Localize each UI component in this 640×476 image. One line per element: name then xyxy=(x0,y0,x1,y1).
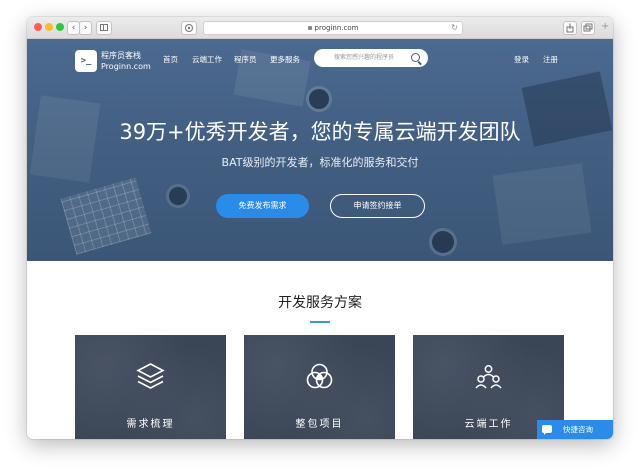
hero-banner: >_ 程序员客栈 Proginn.com 首页 云端工作 程序员 更多服务 搜索… xyxy=(27,39,613,261)
minimize-window-button[interactable] xyxy=(45,23,53,31)
service-card-requirements[interactable]: 需求梳理 xyxy=(75,335,226,439)
hero-background-cup xyxy=(309,89,329,109)
new-tab-button[interactable]: + xyxy=(601,22,609,32)
shield-icon xyxy=(185,24,193,32)
search-input[interactable]: 搜索您感兴趣的程序员 xyxy=(314,49,428,67)
sidebar-toggle-button[interactable] xyxy=(96,21,112,35)
lock-icon xyxy=(307,26,312,30)
address-bar[interactable]: proginn.com ↻ xyxy=(203,21,463,35)
quick-consult-label: 快捷咨询 xyxy=(563,425,593,434)
terminal-icon: >_ xyxy=(75,50,97,72)
privacy-report-button[interactable] xyxy=(181,21,197,35)
apply-contract-button[interactable]: 申请签约接单 xyxy=(330,194,425,218)
nav-item-more-services[interactable]: 更多服务 xyxy=(270,54,300,66)
reload-icon[interactable]: ↻ xyxy=(451,22,458,34)
close-window-button[interactable] xyxy=(34,23,42,31)
hero-title: 39万+优秀开发者，您的专属云端开发团队 xyxy=(119,120,521,144)
quick-consult-button[interactable]: 快捷咨询 xyxy=(537,420,613,439)
layers-icon xyxy=(136,363,165,389)
tabs-icon xyxy=(583,23,593,32)
card-label: 需求梳理 xyxy=(126,419,175,430)
share-button[interactable] xyxy=(563,21,577,35)
nav-item-home[interactable]: 首页 xyxy=(163,54,178,66)
card-label: 整包项目 xyxy=(295,419,344,430)
hero-subtitle: BAT级别的开发者，标准化的服务和交付 xyxy=(221,156,419,169)
browser-window: ‹ › proginn.com ↻ + >_ 程序员客栈 Proginn.com… xyxy=(27,17,613,439)
url-display: proginn.com xyxy=(204,22,462,34)
register-link[interactable]: 注册 xyxy=(543,54,558,66)
hero-background-cup xyxy=(432,231,454,253)
hero-background-grid xyxy=(60,177,152,255)
tab-overview-button[interactable] xyxy=(581,21,595,35)
service-card-full-project[interactable]: 整包项目 xyxy=(244,335,395,439)
forward-button[interactable]: › xyxy=(79,21,92,35)
search-placeholder: 搜索您感兴趣的程序员 xyxy=(334,54,395,61)
browser-toolbar: ‹ › proginn.com ↻ + xyxy=(27,17,613,39)
chat-icon xyxy=(542,425,552,435)
post-requirement-button[interactable]: 免费发布需求 xyxy=(216,194,309,218)
venn-icon xyxy=(306,363,333,389)
login-link[interactable]: 登录 xyxy=(514,54,529,66)
hero-background-card xyxy=(492,163,592,245)
logo-english-text: Proginn.com xyxy=(101,62,151,71)
sidebar-icon xyxy=(100,24,108,31)
share-icon xyxy=(566,23,574,33)
search-icon[interactable] xyxy=(411,53,420,62)
team-icon xyxy=(475,365,502,389)
hero-background-cup xyxy=(169,187,187,205)
nav-item-cloud-work[interactable]: 云端工作 xyxy=(192,54,222,66)
nav-item-developers[interactable]: 程序员 xyxy=(234,54,257,66)
section-title: 开发服务方案 xyxy=(278,295,362,311)
url-text: proginn.com xyxy=(314,24,359,32)
section-title-underline xyxy=(310,321,330,323)
zoom-window-button[interactable] xyxy=(56,23,64,31)
logo-chinese-text: 程序员客栈 xyxy=(101,51,141,60)
